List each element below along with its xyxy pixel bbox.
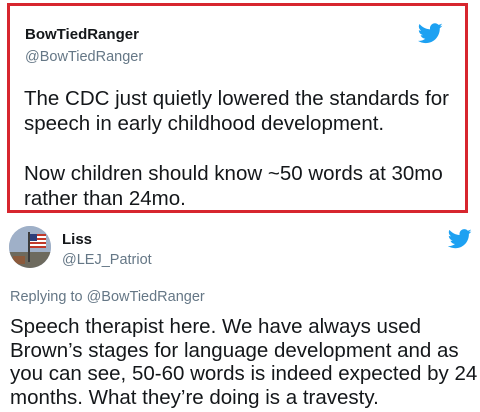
- reply-tweet-text: Speech therapist here. We have always us…: [10, 315, 478, 409]
- replying-to-mention[interactable]: @BowTiedRanger: [87, 289, 205, 305]
- reply-handle[interactable]: @LEJ_Patriot: [62, 252, 152, 268]
- flag-avatar-icon: [9, 226, 51, 268]
- quoted-text-paragraph-1: The CDC just quietly lowered the standar…: [24, 87, 450, 135]
- reply-tweet[interactable]: Liss @LEJ_Patriot Replying to @BowTiedRa…: [0, 218, 480, 412]
- quoted-text-paragraph-2: Now children should know ~50 words at 30…: [24, 162, 443, 210]
- replying-to-line: Replying to @BowTiedRanger: [10, 289, 205, 305]
- twitter-bird-icon: [448, 229, 472, 249]
- avatar[interactable]: [9, 226, 51, 268]
- twitter-bird-icon: [418, 23, 443, 44]
- quoted-handle[interactable]: @BowTiedRanger: [25, 49, 143, 65]
- quoted-display-name[interactable]: BowTiedRanger: [25, 26, 139, 43]
- quoted-tweet-text: The CDC just quietly lowered the standar…: [24, 86, 464, 211]
- reply-display-name[interactable]: Liss: [62, 231, 92, 248]
- replying-to-label: Replying to: [10, 289, 83, 305]
- quoted-tweet-card[interactable]: BowTiedRanger @BowTiedRanger The CDC jus…: [7, 3, 468, 213]
